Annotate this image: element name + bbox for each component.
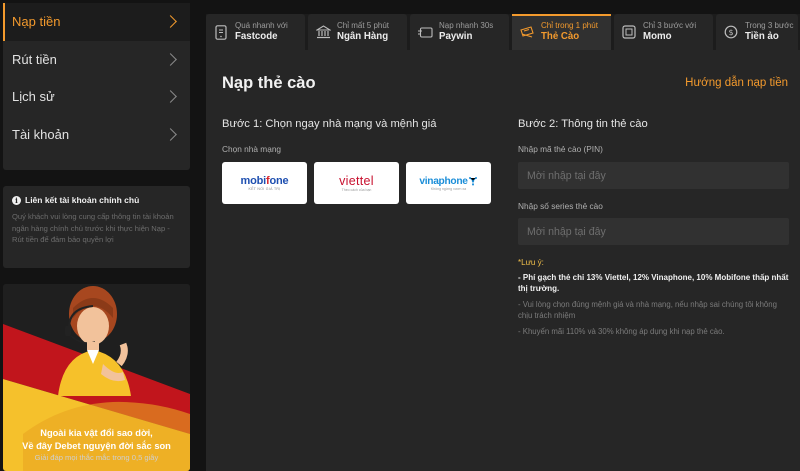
vinaphone-star-icon: [468, 177, 477, 186]
carrier-mobifone-button[interactable]: mobifone KẾT NỐI GIÁ TRỊ: [222, 162, 307, 204]
crypto-coin-icon: $: [723, 24, 739, 40]
tab-label: Tiền ảo: [745, 31, 779, 42]
tab-label: Paywin: [439, 31, 473, 42]
sidebar-nav: Nạp tiền Rút tiền Lịch sử Tài khoản: [3, 3, 190, 170]
pin-input[interactable]: [518, 162, 789, 189]
tab-label: Ngân Hàng: [337, 31, 389, 42]
fee-note: - Phí gạch thẻ chỉ 13% Viettel, 12% Vina…: [518, 273, 789, 293]
page-title: Nạp thẻ cào: [222, 74, 316, 92]
chevron-right-icon: [164, 52, 177, 66]
carrier-tagline: Không ngừng vươn xa: [430, 186, 467, 191]
tab-caption: Chỉ 3 bước với: [643, 21, 697, 30]
momo-icon: [621, 24, 637, 40]
tab-bank[interactable]: Chỉ mất 5 phút Ngân Hàng: [308, 14, 407, 50]
account-link-info-box: i Liên kết tài khoản chính chủ Quý khách…: [3, 186, 190, 268]
carrier-tagline: Theo cách của bạn: [341, 188, 372, 192]
tab-scratch-card[interactable]: Chỉ trong 1 phút Thẻ Cào: [512, 14, 611, 50]
sidebar-item-label: Lịch sử: [12, 89, 55, 105]
chevron-right-icon: [164, 127, 177, 141]
carrier-viettel-button[interactable]: viettel Theo cách của bạn: [314, 162, 399, 204]
tab-label: Thẻ Cào: [541, 31, 580, 42]
serial-input[interactable]: [518, 218, 789, 245]
sidebar-item-deposit[interactable]: Nạp tiền: [3, 3, 190, 41]
tab-caption: Trong 3 bước: [745, 21, 794, 30]
paywin-icon: [417, 24, 433, 40]
promotion-note: - Khuyến mãi 110% và 30% không áp dụng k…: [518, 327, 725, 336]
chevron-right-icon: [164, 90, 177, 104]
warning-note: - Vui lòng chọn đúng mệnh giá và nhà mạn…: [518, 300, 777, 320]
account-link-title-text: Liên kết tài khoản chính chủ: [25, 195, 140, 205]
sidebar-item-label: Nạp tiền: [12, 14, 61, 30]
viettel-logo: viettel: [339, 174, 374, 188]
serial-label: Nhập số series thẻ cào: [518, 201, 603, 211]
pin-label: Nhập mã thẻ cào (PIN): [518, 144, 603, 154]
carrier-tagline: KẾT NỐI GIÁ TRỊ: [248, 187, 281, 191]
tab-label: Fastcode: [235, 31, 278, 42]
promo-banner: Ngoài kia vật đổi sao dời, Về đây Debet …: [3, 284, 190, 471]
info-icon: i: [12, 195, 21, 205]
deposit-guide-link[interactable]: Hướng dẫn nạp tiền: [685, 77, 788, 89]
tab-momo[interactable]: Chỉ 3 bước với Momo: [614, 14, 713, 50]
vinaphone-logo: vinaphone: [419, 175, 468, 187]
sidebar-item-withdraw[interactable]: Rút tiền: [3, 41, 190, 79]
sidebar-item-label: Tài khoản: [12, 126, 70, 142]
mobifone-logo: mobifone: [240, 175, 289, 187]
promo-line-1: Ngoài kia vật đổi sao dời,: [40, 428, 153, 438]
tab-crypto[interactable]: $ Trong 3 bước Tiền ảo: [716, 14, 798, 50]
scratch-card-icon: [519, 24, 535, 40]
step1-title: Bước 1: Chọn ngay nhà mạng và mệnh giá: [222, 118, 437, 130]
tab-caption: Nạp nhanh 30s: [439, 21, 494, 30]
tab-label: Momo: [643, 31, 672, 42]
chevron-right-icon: [164, 15, 177, 29]
tab-caption: Quá nhanh với: [235, 21, 288, 30]
promo-subtext: Giải đáp mọi thắc mắc trong 0,5 giây: [34, 453, 159, 462]
account-link-text: Quý khách vui lòng cung cấp thông tin tà…: [12, 212, 174, 244]
tab-caption: Chỉ mất 5 phút: [337, 21, 390, 30]
sidebar-item-account[interactable]: Tài khoản: [3, 116, 190, 154]
deposit-method-tabs: Quá nhanh với Fastcode Chỉ mất 5 phút Ng…: [206, 14, 800, 50]
sidebar-item-label: Rút tiền: [12, 51, 57, 67]
account-link-title: i Liên kết tài khoản chính chủ: [12, 195, 181, 205]
step2-title: Bước 2: Thông tin thẻ cào: [518, 118, 648, 130]
carrier-vinaphone-button[interactable]: vinaphone Không ngừng vươn xa: [406, 162, 491, 204]
tab-fastcode[interactable]: Quá nhanh với Fastcode: [206, 14, 305, 50]
svg-text:$: $: [728, 28, 733, 37]
carrier-label: Chọn nhà mạng: [222, 144, 282, 154]
tab-paywin[interactable]: Nạp nhanh 30s Paywin: [410, 14, 509, 50]
note-title: *Lưu ý:: [518, 258, 544, 267]
bank-icon: [315, 24, 331, 40]
sidebar-item-history[interactable]: Lịch sử: [3, 78, 190, 116]
promo-slogan: Ngoài kia vật đổi sao dời, Về đây Debet …: [3, 427, 190, 452]
promo-line-2: Về đây Debet nguyện đời sắc son: [22, 440, 171, 451]
tab-caption: Chỉ trong 1 phút: [541, 21, 598, 30]
phone-code-icon: [213, 24, 229, 40]
